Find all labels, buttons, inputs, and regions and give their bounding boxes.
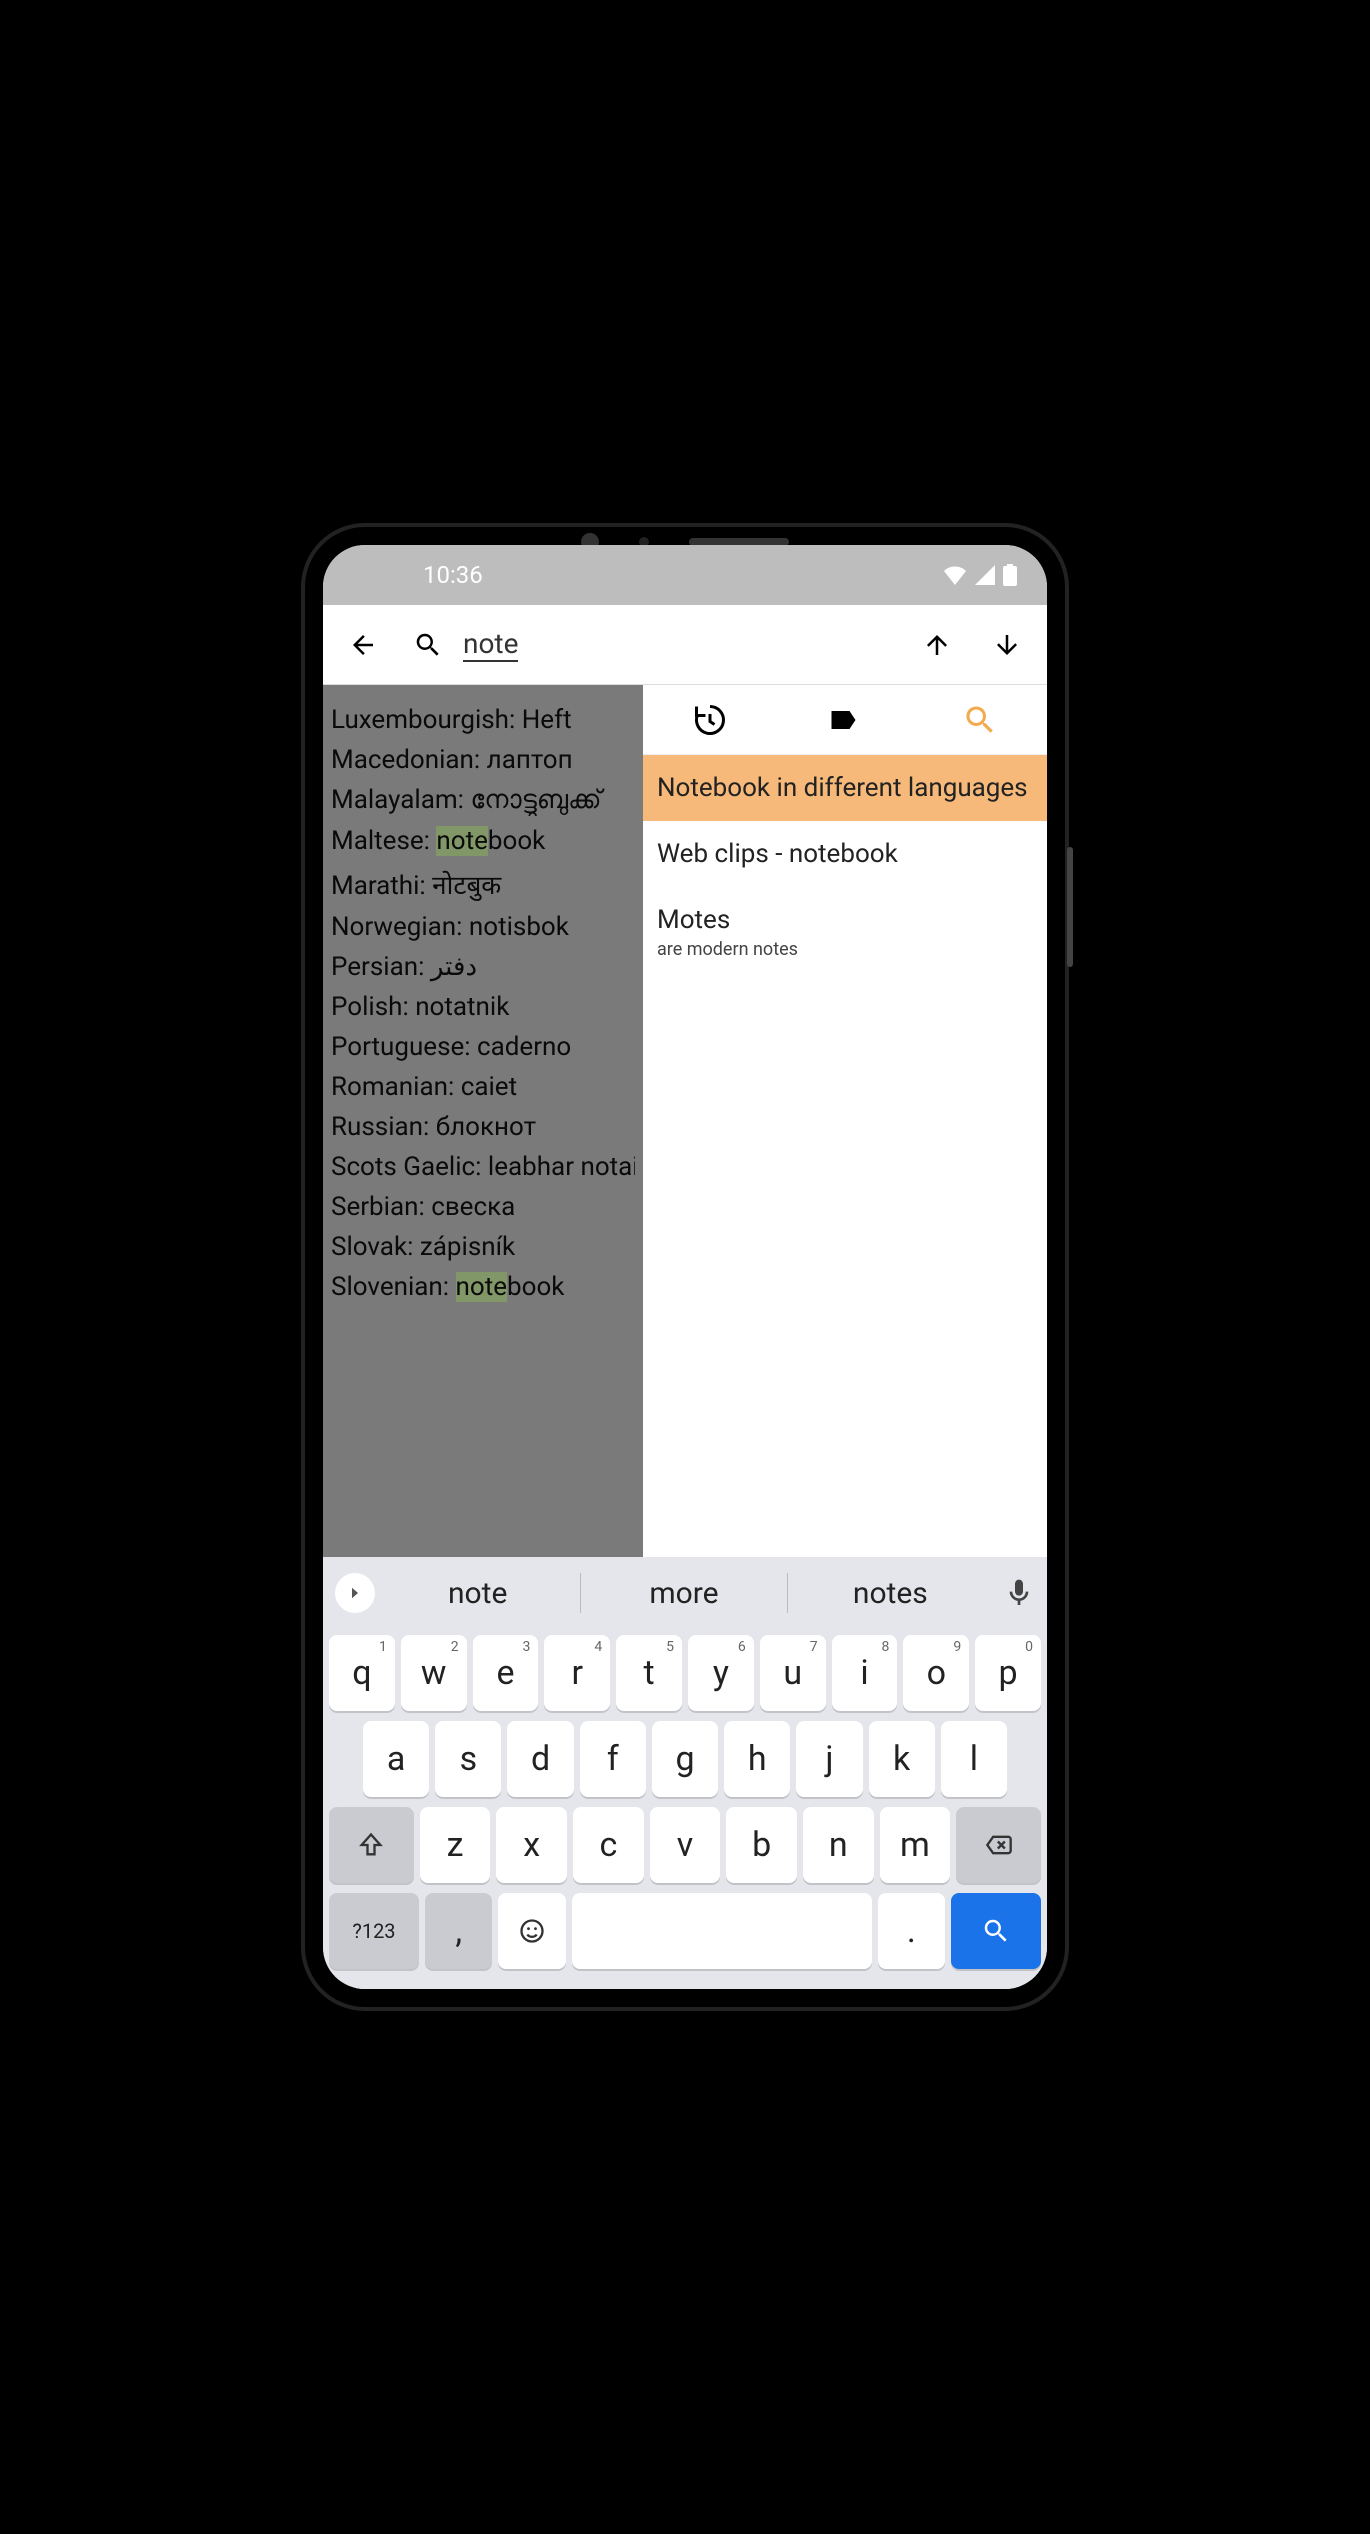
key-h[interactable]: h [724, 1721, 790, 1797]
keyboard: note more notes q1w2e3r4t5y6u7i8o9p0 asd… [323, 1557, 1047, 1989]
key-z[interactable]: z [420, 1807, 491, 1883]
back-button[interactable] [343, 625, 383, 665]
result-title: Notebook in different languages [657, 773, 1033, 803]
symbols-key[interactable]: ?123 [329, 1893, 419, 1969]
suggestion-1[interactable]: note [383, 1576, 572, 1611]
language-row[interactable]: Marathi: नोटबुक [331, 866, 635, 902]
language-row[interactable]: Persian: دفتر [331, 952, 635, 982]
next-match-button[interactable] [987, 625, 1027, 665]
language-row[interactable]: Macedonian: лаптоп [331, 745, 635, 775]
comma-key[interactable]: , [425, 1893, 492, 1969]
language-row[interactable]: Slovenian: notebook [331, 1272, 635, 1302]
language-row[interactable]: Polish: notatnik [331, 992, 635, 1022]
search-active-icon [962, 702, 998, 738]
language-row[interactable]: Russian: блокнот [331, 1112, 635, 1142]
key-n[interactable]: n [803, 1807, 874, 1883]
keyboard-keys: q1w2e3r4t5y6u7i8o9p0 asdfghjkl zxcvbnm ?… [323, 1629, 1047, 1989]
key-a[interactable]: a [363, 1721, 429, 1797]
key-y[interactable]: y6 [688, 1635, 754, 1711]
key-x[interactable]: x [496, 1807, 567, 1883]
space-key[interactable] [572, 1893, 872, 1969]
prev-match-button[interactable] [917, 625, 957, 665]
suggestion-2[interactable]: more [589, 1576, 778, 1611]
search-bar: note [323, 605, 1047, 685]
shift-key[interactable] [329, 1807, 414, 1883]
key-w[interactable]: w2 [401, 1635, 467, 1711]
key-m[interactable]: m [880, 1807, 951, 1883]
key-q[interactable]: q1 [329, 1635, 395, 1711]
result-item[interactable]: Motes are modern notes [643, 887, 1047, 978]
result-title: Motes [657, 905, 1033, 935]
cell-signal-icon [975, 565, 995, 585]
key-b[interactable]: b [726, 1807, 797, 1883]
search-tab[interactable] [962, 702, 998, 738]
suggestion-bar: note more notes [323, 1557, 1047, 1629]
history-icon [692, 702, 728, 738]
language-row[interactable]: Serbian: свеска [331, 1192, 635, 1222]
language-row[interactable]: Luxembourgish: Heft [331, 705, 635, 735]
search-icon [413, 630, 443, 660]
result-item[interactable]: Web clips - notebook [643, 821, 1047, 887]
chevron-right-icon [346, 1584, 364, 1602]
search-key-icon [981, 1916, 1011, 1946]
results-pane: Notebook in different languages Web clips… [643, 685, 1047, 1557]
tags-tab[interactable] [827, 702, 863, 738]
status-bar: 10:36 [323, 545, 1047, 605]
emoji-key[interactable] [498, 1893, 565, 1969]
result-item[interactable]: Notebook in different languages [643, 755, 1047, 821]
key-f[interactable]: f [580, 1721, 646, 1797]
key-c[interactable]: c [573, 1807, 644, 1883]
status-icons [943, 564, 1017, 586]
result-subtitle: are modern notes [657, 939, 1033, 960]
tag-icon [827, 702, 863, 738]
key-j[interactable]: j [796, 1721, 862, 1797]
clock: 10:36 [423, 561, 483, 589]
search-enter-key[interactable] [951, 1893, 1041, 1969]
key-t[interactable]: t5 [616, 1635, 682, 1711]
language-row[interactable]: Maltese: notebook [331, 826, 635, 856]
key-k[interactable]: k [869, 1721, 935, 1797]
key-l[interactable]: l [941, 1721, 1007, 1797]
backspace-key[interactable] [956, 1807, 1041, 1883]
backspace-icon [983, 1831, 1015, 1859]
key-d[interactable]: d [507, 1721, 573, 1797]
filter-tabs [643, 685, 1047, 755]
key-v[interactable]: v [650, 1807, 721, 1883]
emoji-icon [518, 1917, 546, 1945]
key-i[interactable]: i8 [832, 1635, 898, 1711]
search-query: note [463, 627, 518, 662]
key-u[interactable]: u7 [760, 1635, 826, 1711]
key-e[interactable]: e3 [473, 1635, 539, 1711]
key-o[interactable]: o9 [903, 1635, 969, 1711]
language-row[interactable]: Portuguese: caderno [331, 1032, 635, 1062]
result-title: Web clips - notebook [657, 839, 1033, 869]
content-area: Luxembourgish: Heft Macedonian: лаптоп Mal… [323, 685, 1047, 1557]
language-row[interactable]: Slovak: zápisník [331, 1232, 635, 1262]
language-row[interactable]: Romanian: caiet [331, 1072, 635, 1102]
language-row[interactable]: Scots Gaelic: leabhar notaichean [331, 1152, 635, 1182]
language-list[interactable]: Luxembourgish: Heft Macedonian: лаптоп Mal… [323, 685, 643, 1557]
results-list: Notebook in different languages Web clips… [643, 755, 1047, 978]
history-tab[interactable] [692, 702, 728, 738]
mic-icon[interactable] [1003, 1577, 1035, 1609]
suggestion-3[interactable]: notes [796, 1576, 985, 1611]
language-row[interactable]: Malayalam: നോട്ടുബുക്ക് [331, 785, 635, 816]
arrow-left-icon [348, 630, 378, 660]
side-button [1067, 847, 1073, 967]
wifi-icon [943, 565, 967, 585]
phone-frame: 10:36 note Luxembourgish [305, 527, 1065, 2007]
arrow-up-icon [922, 630, 952, 660]
period-key[interactable]: . [878, 1893, 945, 1969]
battery-icon [1003, 564, 1017, 586]
key-p[interactable]: p0 [975, 1635, 1041, 1711]
language-row[interactable]: Norwegian: notisbok [331, 912, 635, 942]
key-r[interactable]: r4 [544, 1635, 610, 1711]
search-field[interactable]: note [413, 627, 635, 662]
arrow-down-icon [992, 630, 1022, 660]
phone-screen: 10:36 note Luxembourgish [323, 545, 1047, 1989]
expand-suggestions-button[interactable] [335, 1573, 375, 1613]
key-g[interactable]: g [652, 1721, 718, 1797]
shift-icon [357, 1831, 385, 1859]
key-s[interactable]: s [435, 1721, 501, 1797]
